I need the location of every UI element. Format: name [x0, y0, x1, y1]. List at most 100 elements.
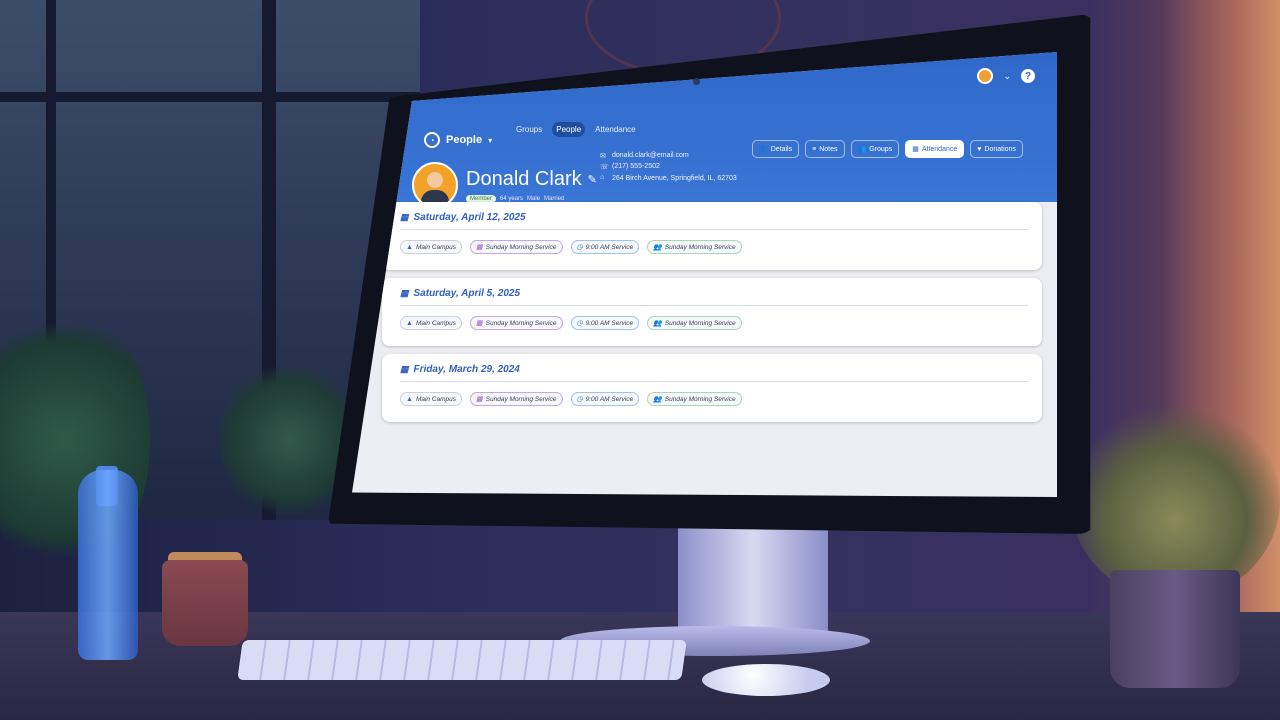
- event-chip[interactable]: ▦ Sunday Morning Service: [470, 316, 563, 330]
- tab-donations[interactable]: ♥ Donations: [970, 140, 1023, 158]
- event-chip[interactable]: ▦ Sunday Morning Service: [470, 240, 563, 254]
- glass-bottle: [78, 470, 138, 660]
- name-row: Donald Clark ✎: [466, 168, 597, 191]
- nav-tab-attendance[interactable]: Attendance: [591, 122, 639, 137]
- user-menu: ⌄ ?: [977, 68, 1035, 84]
- notes-icon: ≡: [812, 145, 817, 153]
- group-icon: 👥: [653, 244, 662, 251]
- main-nav: Groups People Attendance: [512, 122, 640, 137]
- person-phone[interactable]: (217) 555-2502: [612, 163, 660, 170]
- contact-info: ✉ donald.clark@email.com ☏ (217) 555-250…: [600, 152, 742, 184]
- help-icon[interactable]: ?: [1021, 69, 1035, 83]
- user-avatar[interactable]: [977, 68, 994, 84]
- pencil-icon[interactable]: ✎: [588, 173, 597, 186]
- time-chip[interactable]: ◷ 9:00 AM Service: [570, 240, 640, 254]
- calendar-icon: ▦: [476, 244, 483, 251]
- calendar-icon: ▦: [476, 396, 483, 403]
- chip-label: Sunday Morning Service: [664, 319, 736, 327]
- group-chip[interactable]: 👥 Sunday Morning Service: [647, 392, 742, 406]
- clock-icon: ◷: [576, 320, 583, 327]
- calendar-icon: ▦: [400, 212, 409, 222]
- window-transom: [0, 92, 420, 102]
- attendance-card[interactable]: ▦ Friday, March 29, 2024 ▲ Main Campus ▦ S…: [382, 354, 1042, 422]
- chevron-down-icon[interactable]: ⌄: [1003, 71, 1011, 82]
- time-chip[interactable]: ◷ 9:00 AM Service: [570, 392, 640, 406]
- attendance-card[interactable]: ▦ Saturday, April 5, 2025 ▲ Main Campus ▦…: [382, 278, 1042, 346]
- tab-groups[interactable]: 👥 Groups: [850, 140, 900, 158]
- date-label: Saturday, April 12, 2025: [413, 212, 526, 223]
- calendar-icon: ▦: [476, 320, 483, 327]
- tab-label: Donations: [984, 145, 1016, 153]
- chip-label: Sunday Morning Service: [485, 243, 557, 251]
- calendar-icon: ▦: [912, 146, 919, 153]
- tab-label: Groups: [869, 145, 893, 153]
- attendance-tags: ▲ Main Campus ▦ Sunday Morning Service ◷ 9:…: [400, 392, 1028, 406]
- divider: [400, 229, 1028, 230]
- group-icon: 👥: [653, 396, 662, 403]
- person-gender: Male: [527, 195, 541, 202]
- tab-notes[interactable]: ≡ Notes: [805, 140, 845, 158]
- app-name: People: [446, 134, 483, 146]
- home-icon: ⌂: [600, 174, 605, 181]
- campus-icon: ▲: [406, 319, 413, 327]
- people-app: ◔ People ▾ Groups People Attendance ⌄ ? …: [352, 52, 1057, 497]
- profile-tabs: 👤 Details ≡ Notes 👥 Groups ▦ Attendance …: [752, 140, 1023, 158]
- campus-chip[interactable]: ▲ Main Campus: [400, 392, 463, 406]
- group-chip[interactable]: 👥 Sunday Morning Service: [647, 240, 742, 254]
- app-logo-icon: ◔: [424, 132, 440, 148]
- group-chip[interactable]: 👥 Sunday Morning Service: [647, 316, 742, 330]
- date-label: Friday, March 29, 2024: [413, 364, 520, 375]
- chip-label: Sunday Morning Service: [664, 243, 736, 251]
- tab-label: Attendance: [921, 145, 958, 153]
- calendar-icon: ▦: [400, 364, 409, 374]
- campus-chip[interactable]: ▲ Main Campus: [400, 240, 463, 254]
- clock-icon: ◷: [576, 244, 583, 251]
- chip-label: Main Campus: [415, 319, 457, 327]
- attendance-card[interactable]: ▦ Saturday, April 12, 2025 ▲ Main Campus …: [382, 202, 1042, 270]
- event-chip[interactable]: ▦ Sunday Morning Service: [470, 392, 563, 406]
- person-address[interactable]: 264 Birch Avenue, Springfield, IL, 62703: [612, 174, 742, 184]
- app-brand[interactable]: ◔ People ▾: [424, 132, 492, 148]
- tab-label: Details: [770, 145, 793, 153]
- campus-icon: ▲: [406, 243, 413, 251]
- chevron-down-icon: ▾: [488, 135, 493, 145]
- divider: [400, 305, 1028, 306]
- tab-attendance[interactable]: ▦ Attendance: [905, 140, 965, 158]
- attendance-tags: ▲ Main Campus ▦ Sunday Morning Service ◷ 9:…: [400, 240, 1028, 254]
- chip-label: Sunday Morning Service: [664, 395, 736, 403]
- keyboard[interactable]: [237, 640, 687, 680]
- person-marital-status: Married: [544, 195, 565, 202]
- tab-details[interactable]: 👤 Details: [752, 140, 800, 158]
- person-age: 64 years: [500, 195, 524, 202]
- attendance-list: ▦ Saturday, April 12, 2025 ▲ Main Campus …: [382, 202, 1042, 430]
- chip-label: 9:00 AM Service: [585, 395, 634, 403]
- chip-label: Main Campus: [415, 243, 457, 251]
- email-row: ✉ donald.clark@email.com: [600, 152, 742, 160]
- date-label: Saturday, April 5, 2025: [413, 288, 521, 299]
- attendance-date: ▦ Friday, March 29, 2024: [400, 364, 1028, 375]
- nav-tab-groups[interactable]: Groups: [512, 122, 546, 137]
- phone-row: ☏ (217) 555-2502: [600, 163, 742, 171]
- mouse[interactable]: [702, 664, 830, 696]
- campus-icon: ▲: [406, 395, 413, 403]
- coffee-cup: [162, 560, 248, 646]
- person-email[interactable]: donald.clark@email.com: [612, 152, 689, 159]
- attendance-tags: ▲ Main Campus ▦ Sunday Morning Service ◷ 9:…: [400, 316, 1028, 330]
- address-row: ⌂ 264 Birch Avenue, Springfield, IL, 627…: [600, 174, 742, 184]
- nav-tab-people[interactable]: People: [552, 122, 586, 137]
- chip-label: 9:00 AM Service: [585, 243, 634, 251]
- plant-pot: [1110, 570, 1240, 688]
- campus-chip[interactable]: ▲ Main Campus: [400, 316, 463, 330]
- phone-icon: ☏: [600, 164, 609, 171]
- avatar-head: [427, 172, 443, 188]
- group-icon: 👥: [653, 320, 662, 327]
- chip-label: Sunday Morning Service: [485, 319, 557, 327]
- group-icon: 👥: [857, 146, 867, 153]
- person-info: Donald Clark ✎ Member 64 years Male Marr…: [466, 168, 597, 203]
- tab-label: Notes: [819, 145, 838, 153]
- monitor-screen: ◔ People ▾ Groups People Attendance ⌄ ? …: [352, 52, 1057, 497]
- person-icon: 👤: [759, 146, 768, 153]
- donation-icon: ♥: [977, 145, 982, 153]
- time-chip[interactable]: ◷ 9:00 AM Service: [570, 316, 640, 330]
- divider: [400, 381, 1028, 382]
